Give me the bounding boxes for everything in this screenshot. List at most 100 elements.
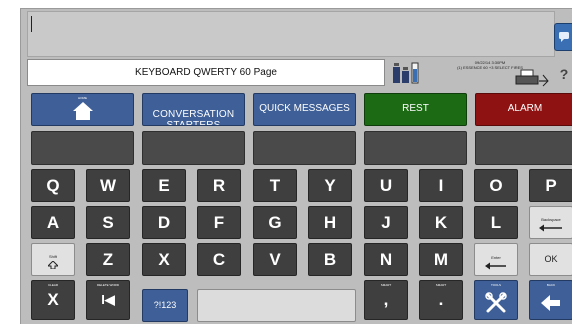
prediction-slot-3[interactable]: [253, 131, 356, 165]
key-a[interactable]: A: [31, 206, 75, 239]
key-s[interactable]: S: [86, 206, 130, 239]
conversation-starters-label: CONVERSATION STARTERS: [152, 109, 235, 126]
text-cursor: [31, 16, 32, 32]
key-label: R: [212, 176, 226, 195]
battery-icon: [393, 62, 419, 84]
smart-comma-caption: SMART: [380, 283, 392, 287]
key-z[interactable]: Z: [86, 243, 130, 276]
key-c[interactable]: C: [197, 243, 241, 276]
key-i[interactable]: I: [419, 169, 463, 202]
key-label: S: [102, 213, 114, 232]
delete-word-caption: DELETE WORD: [96, 283, 119, 287]
key-m[interactable]: M: [419, 243, 463, 276]
clear-key[interactable]: CLEAR X: [31, 280, 75, 320]
symbols-label: ?!123: [153, 300, 177, 310]
back-arrow-icon: [541, 295, 560, 311]
key-d[interactable]: D: [142, 206, 186, 239]
key-label: J: [381, 213, 391, 232]
rest-button[interactable]: REST: [364, 93, 467, 126]
smart-period-key[interactable]: SMART .: [419, 280, 463, 320]
enter-arrow-icon: [485, 262, 506, 270]
key-label: E: [158, 176, 170, 195]
key-t[interactable]: T: [253, 169, 297, 202]
key-g[interactable]: G: [253, 206, 297, 239]
prediction-slot-4[interactable]: [364, 131, 467, 165]
space-key[interactable]: [197, 289, 356, 322]
printer-icon: [515, 69, 549, 87]
key-label: B: [323, 250, 337, 269]
key-h[interactable]: H: [308, 206, 352, 239]
speak-button[interactable]: [554, 23, 572, 51]
key-k[interactable]: K: [419, 206, 463, 239]
status-area: 09/22/14 3:30PM (1) ESSENCE 60 +3 SELECT…: [387, 57, 572, 89]
symbols-key[interactable]: ?!123: [142, 289, 188, 322]
back-key[interactable]: BACK: [529, 280, 572, 320]
key-u[interactable]: U: [364, 169, 408, 202]
delete-word-key[interactable]: DELETE WORD I◀: [86, 280, 130, 320]
tools-icon: [485, 292, 507, 313]
home-icon: [72, 102, 93, 120]
key-y[interactable]: Y: [308, 169, 352, 202]
key-e[interactable]: E: [142, 169, 186, 202]
key-b[interactable]: B: [308, 243, 352, 276]
help-icon[interactable]: ?: [555, 65, 572, 83]
backspace-arrow-icon: [539, 224, 562, 232]
alarm-button[interactable]: ALARM: [475, 93, 572, 126]
tools-key[interactable]: TOOLS: [474, 280, 518, 320]
key-label: T: [269, 176, 281, 195]
shift-key[interactable]: Shift: [31, 243, 75, 276]
alarm-label: ALARM: [507, 103, 543, 114]
chat-icon: [559, 32, 569, 42]
key-x[interactable]: X: [142, 243, 186, 276]
key-label: M: [433, 250, 449, 269]
key-label: Q: [46, 176, 60, 195]
key-label: D: [157, 213, 171, 232]
quick-messages-button[interactable]: QUICK MESSAGES: [253, 93, 356, 126]
key-l[interactable]: L: [474, 206, 518, 239]
prediction-slot-1[interactable]: [31, 131, 134, 165]
key-f[interactable]: F: [197, 206, 241, 239]
shift-arrow-icon: [48, 261, 58, 269]
key-label: A: [46, 213, 60, 232]
key-w[interactable]: W: [86, 169, 130, 202]
key-label: H: [323, 213, 337, 232]
conversation-starters-button[interactable]: CONVERSATION STARTERS: [142, 93, 245, 126]
quick-messages-label: QUICK MESSAGES: [259, 103, 350, 114]
back-caption: BACK: [546, 283, 556, 287]
enter-key[interactable]: Enter: [474, 243, 518, 276]
key-o[interactable]: O: [474, 169, 518, 202]
smart-comma-key[interactable]: SMART ,: [364, 280, 408, 320]
key-j[interactable]: J: [364, 206, 408, 239]
key-q[interactable]: Q: [31, 169, 75, 202]
key-n[interactable]: N: [364, 243, 408, 276]
prediction-slot-2[interactable]: [142, 131, 245, 165]
key-label: Y: [324, 176, 336, 195]
key-label: C: [212, 250, 226, 269]
key-label: G: [268, 213, 282, 232]
key-label: V: [269, 250, 281, 269]
rest-label: REST: [402, 103, 429, 114]
backspace-label: Backspace: [541, 217, 561, 222]
key-p[interactable]: P: [529, 169, 572, 202]
prediction-slot-5[interactable]: [475, 131, 572, 165]
home-button[interactable]: HOME: [31, 93, 134, 126]
key-label: F: [213, 213, 225, 232]
key-r[interactable]: R: [197, 169, 241, 202]
key-v[interactable]: V: [253, 243, 297, 276]
key-label: K: [434, 213, 448, 232]
key-label: W: [99, 176, 117, 195]
enter-label: Enter: [491, 255, 501, 260]
clear-caption: CLEAR: [47, 283, 58, 287]
key-label: X: [158, 250, 170, 269]
message-bar[interactable]: [27, 11, 555, 57]
ok-key[interactable]: OK: [529, 243, 572, 276]
smart-period-caption: SMART: [435, 283, 447, 287]
tools-caption: TOOLS: [490, 283, 502, 287]
key-label: P: [545, 176, 557, 195]
key-label: O: [489, 176, 503, 195]
page-title: KEYBOARD QWERTY 60 Page: [27, 59, 385, 86]
key-label: L: [490, 213, 502, 232]
ok-label: OK: [544, 254, 558, 264]
shift-label: Shift: [48, 254, 57, 259]
backspace-key[interactable]: Backspace: [529, 206, 572, 239]
